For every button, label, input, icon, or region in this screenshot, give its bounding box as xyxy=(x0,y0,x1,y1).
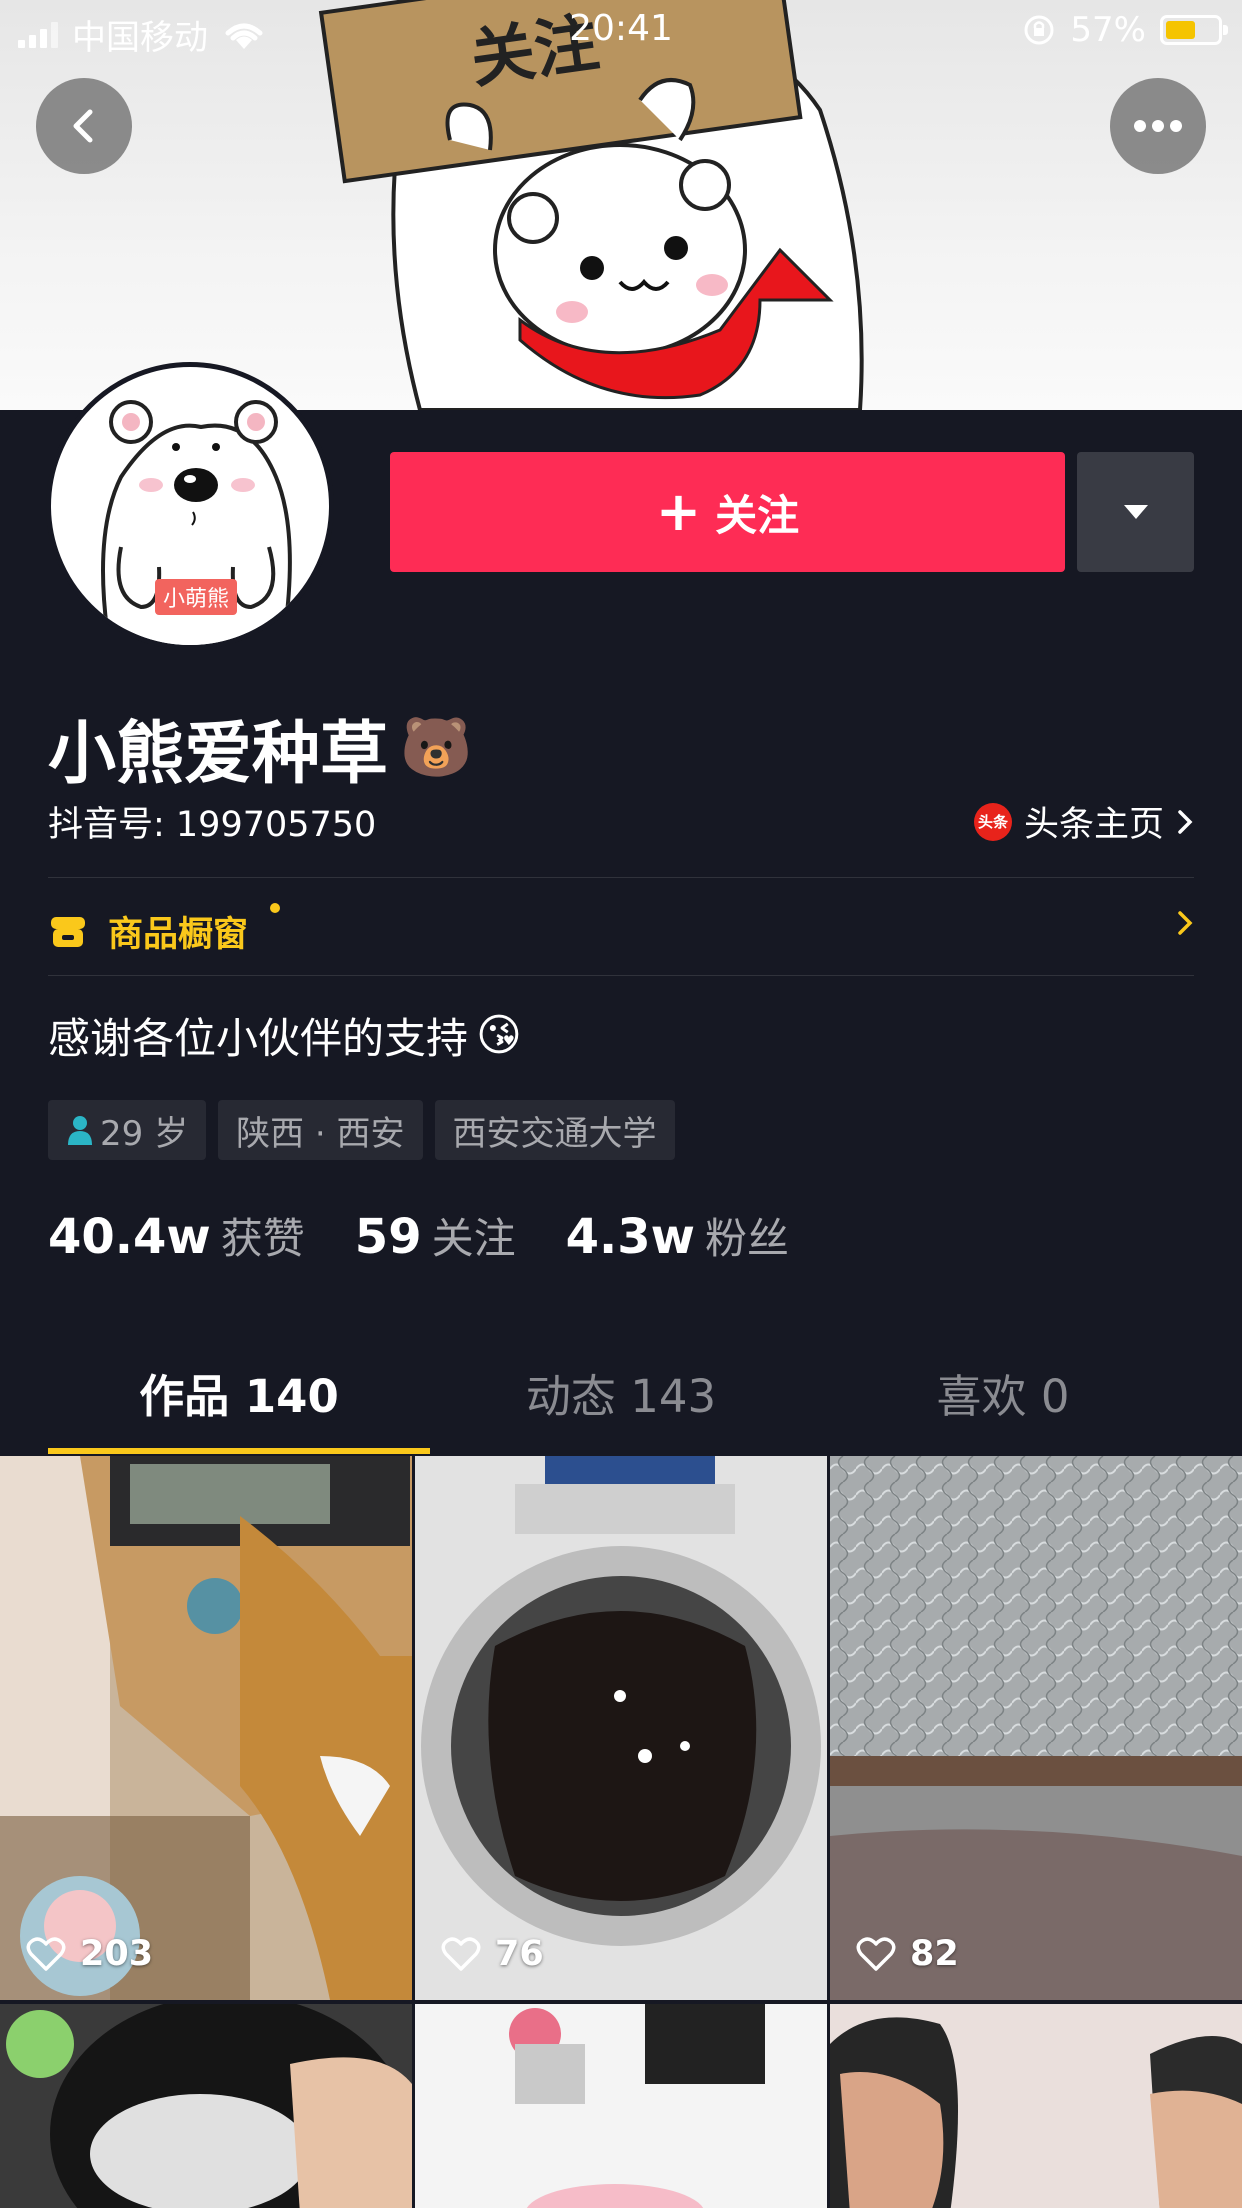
video-cover-image xyxy=(415,1456,827,2000)
tag-school: 西安交通大学 xyxy=(434,1100,675,1160)
follow-button-label: 关注 xyxy=(715,490,800,540)
chevron-right-icon xyxy=(1178,809,1193,834)
nickname-text: 小熊爱种草 xyxy=(48,715,389,794)
back-button[interactable] xyxy=(36,78,132,174)
video-cover-image xyxy=(830,1456,1242,2000)
tab-moments[interactable]: 动态 143 xyxy=(430,1360,812,1450)
nickname: 小熊爱种草 🐻 xyxy=(48,698,472,797)
douyin-id: 抖音号: 199705750 xyxy=(48,805,377,845)
stat-followers[interactable]: 4.3w 粉丝 xyxy=(566,1205,789,1266)
video-thumbnail[interactable]: 203 xyxy=(0,1456,412,2000)
video-like-count: 203 xyxy=(26,1934,153,1974)
kiss-emoji: 😘 xyxy=(476,1010,522,1061)
more-options-button[interactable] xyxy=(1110,78,1206,174)
chevron-right-icon xyxy=(1178,911,1193,935)
stat-likes: 40.4w 获赞 xyxy=(48,1205,305,1266)
battery-percent: 57% xyxy=(1070,10,1146,50)
profile-stats: 40.4w 获赞 59 关注 4.3w 粉丝 xyxy=(48,1205,789,1266)
stat-likes-count: 40.4w xyxy=(48,1209,211,1265)
video-thumbnail[interactable]: 82 xyxy=(830,1456,1242,2000)
tag-location: 陕西 · 西安 xyxy=(218,1100,423,1160)
store-icon xyxy=(51,917,85,947)
video-thumbnail[interactable] xyxy=(415,2004,827,2208)
stat-following[interactable]: 59 关注 xyxy=(355,1205,516,1266)
video-cover-image xyxy=(830,2004,1242,2208)
new-indicator-dot xyxy=(270,903,280,913)
tag-school-text: 西安交通大学 xyxy=(452,1113,657,1154)
ellipsis-icon xyxy=(1134,120,1182,132)
tab-likes[interactable]: 喜欢 0 xyxy=(812,1360,1194,1450)
video-thumbnail[interactable]: 76 xyxy=(415,1456,827,2000)
product-showcase-link[interactable]: 商品橱窗 xyxy=(48,903,1194,959)
person-icon xyxy=(68,1116,92,1145)
caret-down-icon xyxy=(1123,505,1148,519)
video-cover-image xyxy=(0,1456,412,2000)
tab-works[interactable]: 作品 140 xyxy=(48,1360,430,1450)
avatar[interactable]: 小萌熊 xyxy=(46,362,334,650)
recommend-dropdown-button[interactable] xyxy=(1077,452,1194,572)
toutiao-homepage-link[interactable]: 头条 头条主页 xyxy=(973,796,1194,847)
video-cover-image xyxy=(415,2004,827,2208)
toutiao-logo-icon: 头条 xyxy=(973,802,1012,841)
like-count-text: 76 xyxy=(495,1934,544,1974)
tag-location-text: 陕西 · 西安 xyxy=(236,1113,405,1154)
status-bar: 中国移动 20:41 57% xyxy=(0,0,1242,60)
showcase-label: 商品橱窗 xyxy=(108,914,249,955)
profile-banner: 关注 xyxy=(0,0,1242,410)
tag-age-text: 29 岁 xyxy=(100,1113,189,1154)
divider xyxy=(48,975,1194,976)
avatar-tag: 小萌熊 xyxy=(155,579,238,615)
heart-icon xyxy=(26,1937,66,1971)
battery-icon xyxy=(1160,15,1228,45)
heart-icon xyxy=(856,1937,896,1971)
chevron-left-icon xyxy=(73,109,93,143)
video-thumbnail[interactable] xyxy=(830,2004,1242,2208)
like-count-text: 203 xyxy=(80,1934,154,1974)
video-like-count: 76 xyxy=(441,1934,544,1974)
rotation-lock-icon xyxy=(1024,15,1054,45)
stat-likes-label: 获赞 xyxy=(220,1214,305,1263)
heart-icon xyxy=(441,1937,481,1971)
content-tabs: 作品 140 动态 143 喜欢 0 xyxy=(48,1360,1194,1450)
bio-text: 感谢各位小伙伴的支持 xyxy=(48,1014,469,1063)
video-cover-image xyxy=(0,2004,412,2208)
follow-button[interactable]: + 关注 xyxy=(390,452,1065,572)
active-tab-indicator xyxy=(48,1448,430,1454)
profile-tags: 29 岁 陕西 · 西安 西安交通大学 xyxy=(48,1100,675,1160)
stat-followers-count: 4.3w xyxy=(565,1209,695,1265)
video-thumbnail[interactable] xyxy=(0,2004,412,2208)
video-like-count: 82 xyxy=(856,1934,959,1974)
bear-emoji: 🐻 xyxy=(400,713,473,781)
bio: 感谢各位小伙伴的支持 😘 xyxy=(48,1005,522,1066)
divider xyxy=(48,877,1194,878)
banner-illustration xyxy=(318,0,864,410)
stat-followers-label: 粉丝 xyxy=(704,1214,789,1263)
stat-following-count: 59 xyxy=(354,1209,422,1265)
toutiao-label: 头条主页 xyxy=(1023,805,1164,845)
plus-icon: + xyxy=(655,480,702,543)
tag-age: 29 岁 xyxy=(48,1100,207,1160)
like-count-text: 82 xyxy=(910,1934,959,1974)
stat-following-label: 关注 xyxy=(431,1214,516,1263)
